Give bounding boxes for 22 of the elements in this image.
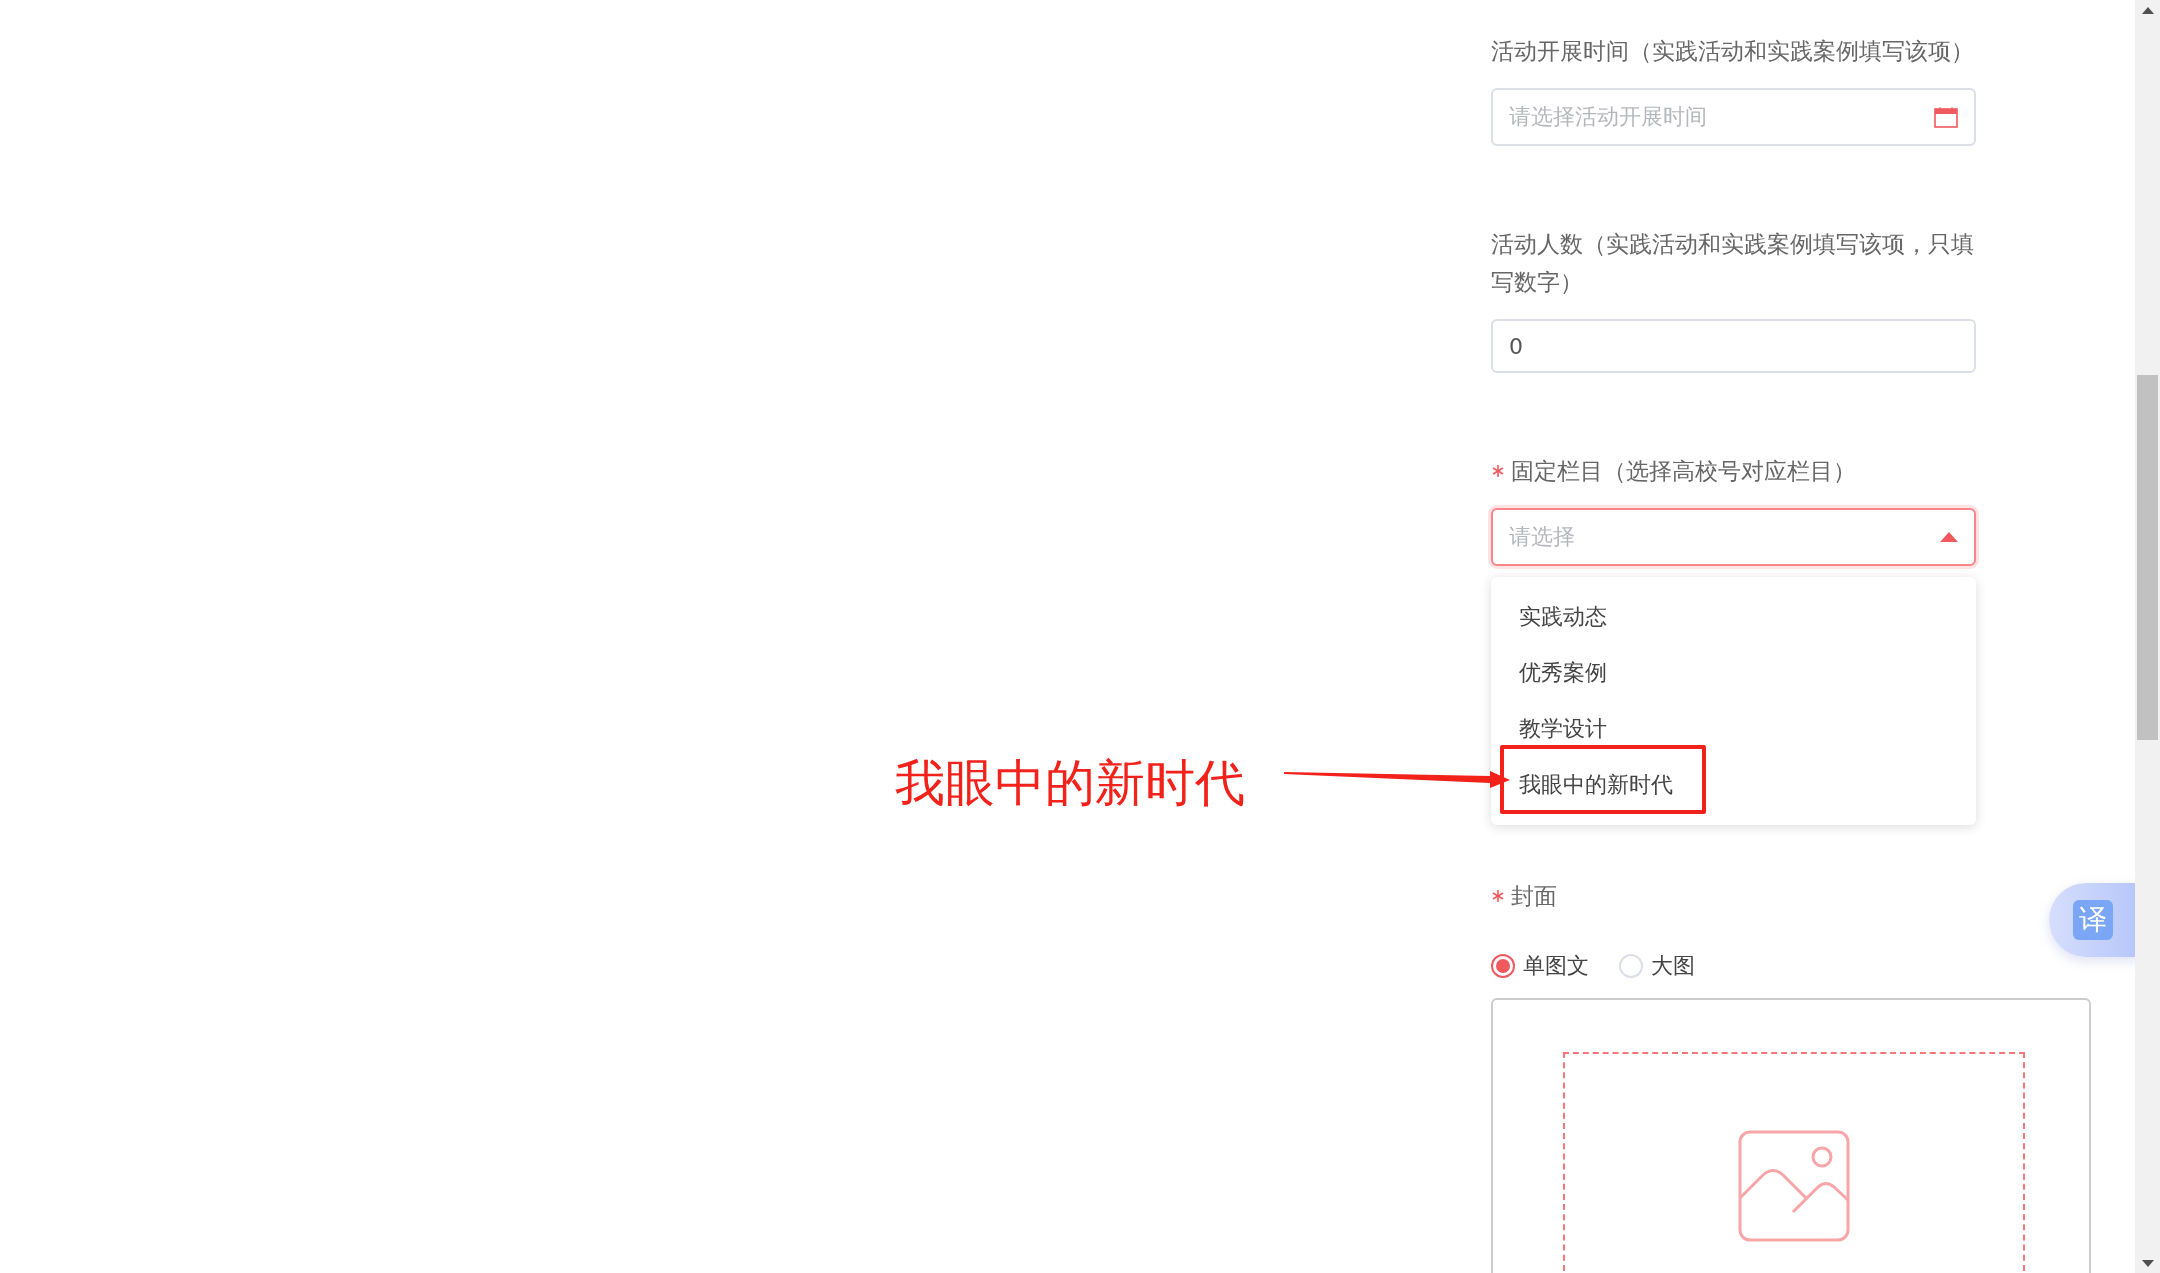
caret-icon: [1940, 532, 1958, 542]
scroll-down-icon[interactable]: [2141, 1259, 2154, 1267]
dropdown-option[interactable]: 实践动态: [1491, 589, 1976, 645]
scroll-up-icon[interactable]: [2141, 6, 2154, 14]
field-label: 封面: [1511, 882, 1557, 911]
dropdown-option[interactable]: 教学设计: [1491, 701, 1976, 757]
required-icon: [1491, 889, 1505, 903]
radio-button[interactable]: [1491, 954, 1515, 978]
annotation-text: 我眼中的新时代: [895, 753, 1245, 814]
field-label: 活动人数（实践活动和实践案例填写该项，只填写数字）: [1491, 230, 1975, 297]
required-icon: [1491, 464, 1505, 478]
calendar-icon: [1934, 106, 1958, 128]
image-placeholder-icon: [1738, 1130, 1850, 1242]
field-label: 活动开展时间（实践活动和实践案例填写该项）: [1491, 37, 1974, 66]
radio-label[interactable]: 单图文: [1523, 951, 1589, 981]
upload-area[interactable]: [1563, 1052, 2025, 1273]
scroll-thumb[interactable]: [2137, 375, 2158, 740]
dropdown-option[interactable]: 优秀案例: [1491, 645, 1976, 701]
dropdown-option[interactable]: 我眼中的新时代: [1491, 757, 1976, 813]
number-field[interactable]: 0: [1491, 319, 1976, 373]
radio-label[interactable]: 大图: [1651, 951, 1695, 981]
field-label: 固定栏目（选择高校号对应栏目）: [1511, 457, 1856, 486]
